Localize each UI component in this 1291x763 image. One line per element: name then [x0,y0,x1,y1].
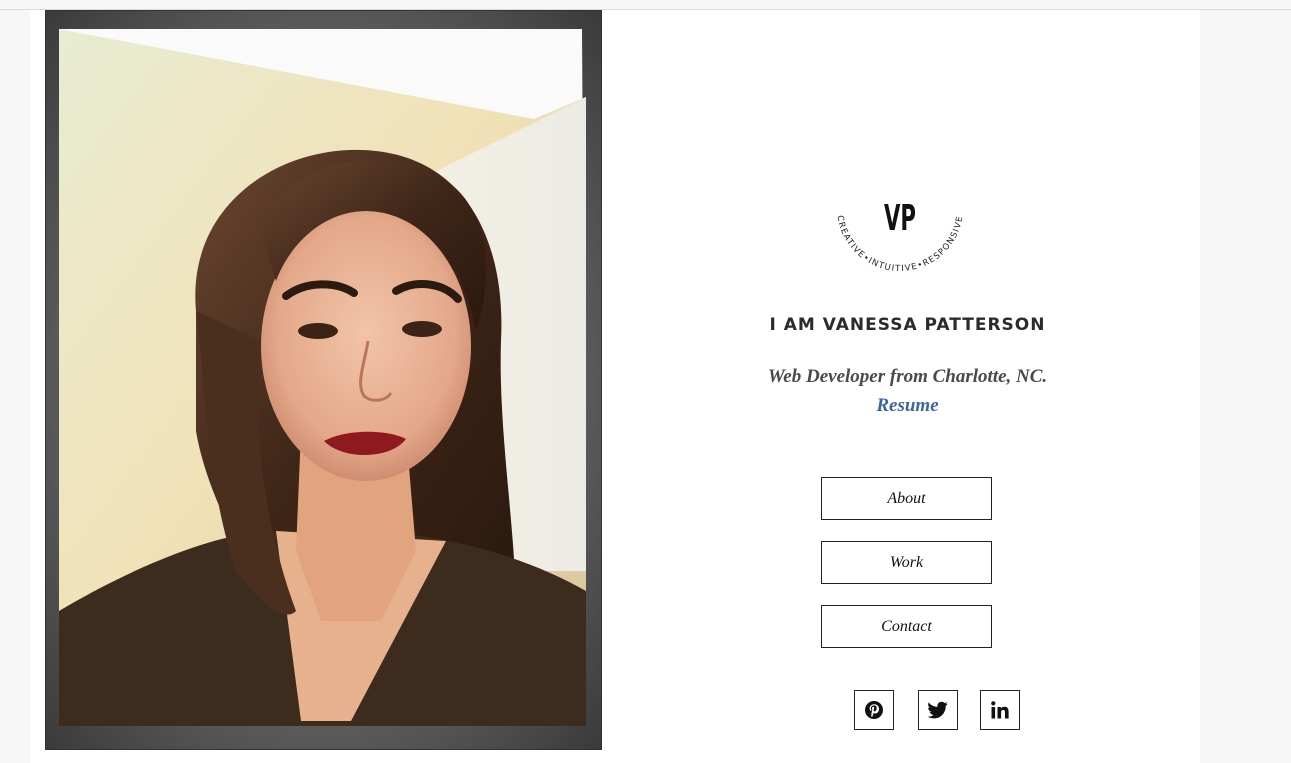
resume-link[interactable]: Resume [600,395,1215,417]
tagline: Web Developer from Charlotte, NC. [767,366,1048,387]
linkedin-button[interactable] [980,690,1020,730]
vp-logo: VP CREATIVE•INTUITIVE•RESPONSIVE [827,180,973,295]
linkedin-icon [991,701,1009,719]
profile-photo [45,10,602,750]
pinterest-icon [865,701,883,719]
twitter-button[interactable] [918,690,958,730]
pinterest-button[interactable] [854,690,894,730]
page-title: I AM VANESSA PATTERSON [769,315,1046,335]
contact-button[interactable]: Contact [821,605,992,648]
about-button[interactable]: About [821,477,992,520]
page-container: VP CREATIVE•INTUITIVE•RESPONSIVE I AM VA… [30,10,1200,763]
intro-panel: VP CREATIVE•INTUITIVE•RESPONSIVE I AM VA… [600,10,1200,763]
logo-monogram: VP [884,198,916,239]
twitter-icon [928,701,948,719]
work-button[interactable]: Work [821,541,992,584]
